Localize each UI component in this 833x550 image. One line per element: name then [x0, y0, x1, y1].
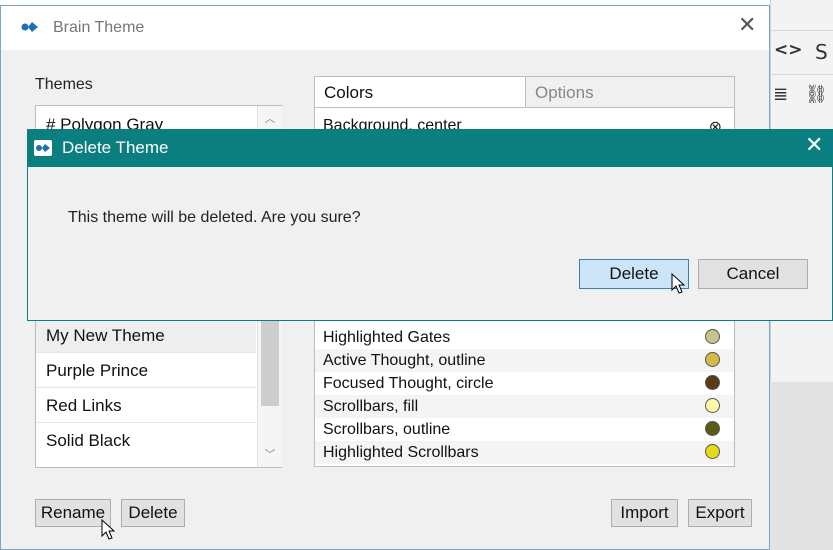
- color-swatch[interactable]: [705, 421, 720, 436]
- color-row[interactable]: Highlighted Gates: [315, 326, 734, 349]
- color-label: Highlighted Scrollbars: [323, 444, 479, 461]
- tab-colors[interactable]: Colors: [314, 76, 526, 108]
- color-swatch[interactable]: [705, 329, 720, 344]
- color-label: Highlighted Gates: [323, 329, 451, 346]
- color-row[interactable]: Focused Thought, circle: [315, 372, 734, 395]
- cancel-button[interactable]: Cancel: [698, 259, 808, 289]
- mouse-cursor-icon: [101, 519, 115, 540]
- import-button[interactable]: Import: [611, 499, 678, 527]
- dialog-title: Delete Theme: [62, 138, 169, 157]
- delete-theme-button[interactable]: Delete: [121, 499, 185, 527]
- code-tag-icon[interactable]: <>: [774, 40, 803, 60]
- window-title-bar: Brain Theme ✕: [1, 6, 769, 50]
- color-row[interactable]: Active Thought, outline: [315, 349, 734, 372]
- app-icon: [34, 140, 52, 156]
- delete-theme-dialog: Delete Theme ✕ This theme will be delete…: [27, 129, 833, 321]
- window-title: Brain Theme: [53, 19, 145, 36]
- tab-bar: Colors Options: [314, 76, 735, 108]
- color-row[interactable]: Scrollbars, fill: [315, 395, 734, 418]
- color-swatch[interactable]: [705, 398, 720, 413]
- list-icon[interactable]: ≣: [773, 84, 788, 105]
- scroll-up-icon[interactable]: ︿: [258, 110, 282, 126]
- color-swatch[interactable]: [705, 352, 720, 367]
- color-label: Scrollbars, fill: [323, 398, 419, 415]
- scroll-down-icon[interactable]: ﹀: [258, 446, 282, 462]
- rename-button[interactable]: Rename: [35, 499, 111, 527]
- tab-options[interactable]: Options: [525, 76, 735, 108]
- dialog-title-bar: Delete Theme ✕: [27, 129, 833, 167]
- color-swatch[interactable]: [705, 444, 720, 459]
- color-label: Active Thought, outline: [323, 352, 486, 369]
- color-label: Focused Thought, circle: [323, 375, 494, 392]
- app-icon: [21, 22, 38, 32]
- strikethrough-icon[interactable]: S: [815, 40, 828, 64]
- theme-item[interactable]: Purple Prince: [36, 354, 256, 388]
- dialog-body: This theme will be deleted. Are you sure…: [28, 167, 832, 320]
- link-icon[interactable]: ⛓: [805, 84, 828, 105]
- export-button[interactable]: Export: [688, 499, 752, 527]
- dialog-message: This theme will be deleted. Are you sure…: [68, 209, 361, 226]
- theme-item-selected[interactable]: My New Theme: [36, 319, 256, 353]
- color-row[interactable]: Scrollbars, outline: [315, 418, 734, 441]
- color-row[interactable]: Highlighted Scrollbars: [315, 441, 734, 464]
- color-swatch[interactable]: [705, 375, 720, 390]
- toolbar-separator: [771, 30, 833, 31]
- themes-label: Themes: [35, 76, 93, 93]
- toolbar-separator: [771, 74, 833, 75]
- close-icon[interactable]: ✕: [805, 133, 823, 158]
- theme-item[interactable]: Solid Black: [36, 424, 256, 458]
- background-app-panel: [770, 382, 833, 550]
- mouse-cursor-icon: [671, 273, 685, 294]
- color-label: Scrollbars, outline: [323, 421, 451, 438]
- close-icon[interactable]: ✕: [738, 13, 756, 38]
- theme-item[interactable]: Red Links: [36, 389, 256, 423]
